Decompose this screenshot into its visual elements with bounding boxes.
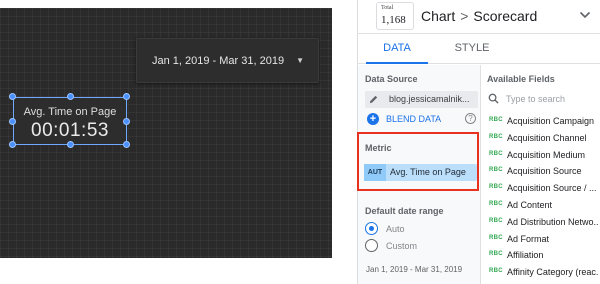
text-type-icon: RBC [489,200,503,207]
data-source-name: blog.jessicamalnik... [389,94,470,104]
text-type-icon: RBC [489,184,503,191]
radio-custom-label: Custom [386,241,418,251]
data-config-column: Data Source blog.jessicamalnik... + BLEN… [357,65,481,284]
text-type-icon: RBC [489,268,503,275]
date-range-control[interactable]: Jan 1, 2019 - Mar 31, 2019 ▼ [136,38,319,83]
field-list: RBC Acquisition Campaign RBC Acquisition Ch… [482,113,600,281]
field-name: Acquisition Campaign [507,116,595,126]
search-icon [488,93,499,104]
add-icon[interactable]: + [367,113,379,125]
radio-auto-row[interactable]: Auto [365,222,465,236]
report-page[interactable]: Jan 1, 2019 - Mar 31, 2019 ▼ Avg. Time o… [0,8,332,258]
metric-type-tag: AUT [364,164,386,181]
field-name: Acquisition Source [507,166,582,177]
text-type-icon: RBC [489,251,503,258]
field-name: Acquisition Channel [507,132,587,143]
field-name: Ad Format [507,233,550,244]
resize-handle-bottom-left[interactable] [9,141,16,148]
field-item[interactable]: RBC Ad Content [482,197,600,214]
scorecard-label: Avg. Time on Page [23,106,117,118]
default-date-range-title: Default date range [365,206,444,216]
blend-data-row[interactable]: + BLEND DATA ? [367,112,479,126]
field-item[interactable]: RBC Acquisition Source [482,163,600,180]
field-name: Ad Content [507,199,553,210]
resize-handle-middle-right[interactable] [123,118,130,125]
metric-name: Avg. Time on Page [390,167,466,177]
resize-handle-top-center[interactable] [67,93,74,100]
available-fields-title: Available Fields [487,74,555,84]
field-item[interactable]: RBC Acquisition Channel [482,130,600,147]
resize-handle-bottom-center[interactable] [67,141,74,148]
properties-panel: Total 1,168 Chart > Scorecard DATA STYLE D… [357,0,600,284]
scorecard-chart[interactable]: Avg. Time on Page 00:01:53 [9,93,130,148]
text-type-icon: RBC [489,217,503,224]
field-name: Affinity Category (reac... [507,267,599,278]
metric-section-highlight: Metric AUT Avg. Time on Page [357,132,479,191]
field-item[interactable]: RBC Acquisition Medium [482,147,600,164]
available-fields-column: Available Fields RBC Acquisition Campaign… [482,65,600,284]
field-name: Acquisition Source / ... [507,183,597,194]
thumbnail-value: 1,168 [381,14,406,26]
metric-chip[interactable]: AUT Avg. Time on Page [364,164,477,181]
text-type-icon: RBC [489,150,503,157]
panel-title: Chart > Scorecard [421,8,537,24]
text-type-icon: RBC [489,234,503,241]
field-item[interactable]: RBC Ad Distribution Netwo... [482,214,600,231]
panel-title-type: Scorecard [473,8,538,24]
field-search [488,91,597,107]
metric-title: Metric [365,143,392,153]
field-item[interactable]: RBC Acquisition Source / ... [482,180,600,197]
date-range-value: Jan 1, 2019 - Mar 31, 2019 [366,265,463,274]
data-source-title: Data Source [365,74,418,84]
chart-type-thumbnail[interactable]: Total 1,168 [376,2,414,30]
report-canvas: Jan 1, 2019 - Mar 31, 2019 ▼ Avg. Time o… [0,0,342,284]
breadcrumb-separator: > [460,8,469,24]
field-item[interactable]: RBC Affinity Category (reac... [482,264,600,281]
radio-custom-row[interactable]: Custom [365,239,465,253]
panel-tabs: DATA STYLE [358,34,600,64]
resize-handle-middle-left[interactable] [9,118,16,125]
radio-auto-label: Auto [386,224,405,234]
search-input[interactable] [506,91,596,107]
field-item[interactable]: RBC Affiliation [482,247,600,264]
help-icon[interactable]: ? [465,113,476,124]
field-item[interactable]: RBC Ad Format [482,231,600,248]
tab-data[interactable]: DATA [366,34,428,64]
field-name: Ad Distribution Netwo... [507,216,599,227]
resize-handle-bottom-right[interactable] [123,141,130,148]
data-source-row[interactable]: blog.jessicamalnik... [365,91,478,108]
radio-auto[interactable] [365,222,378,235]
field-name: Acquisition Medium [507,149,586,160]
scorecard-value: 00:01:53 [31,120,109,141]
dropdown-arrow-icon[interactable]: ▼ [296,56,304,65]
chevron-down-icon[interactable] [579,9,591,21]
thumbnail-caption: Total [381,5,394,11]
resize-handle-top-right[interactable] [123,93,130,100]
pencil-icon[interactable] [368,94,379,105]
text-type-icon: RBC [489,167,503,174]
text-type-icon: RBC [489,133,503,140]
field-name: Affiliation [507,250,544,261]
text-type-icon: RBC [489,117,503,123]
resize-handle-top-left[interactable] [9,93,16,100]
blend-data-link[interactable]: BLEND DATA [386,114,441,124]
radio-custom[interactable] [365,239,378,252]
tab-style[interactable]: STYLE [442,34,502,64]
panel-header: Total 1,168 Chart > Scorecard [358,0,600,34]
panel-title-chart: Chart [421,8,456,24]
field-item[interactable]: RBC Acquisition Campaign [482,113,600,130]
date-range-text: Jan 1, 2019 - Mar 31, 2019 [152,54,285,67]
